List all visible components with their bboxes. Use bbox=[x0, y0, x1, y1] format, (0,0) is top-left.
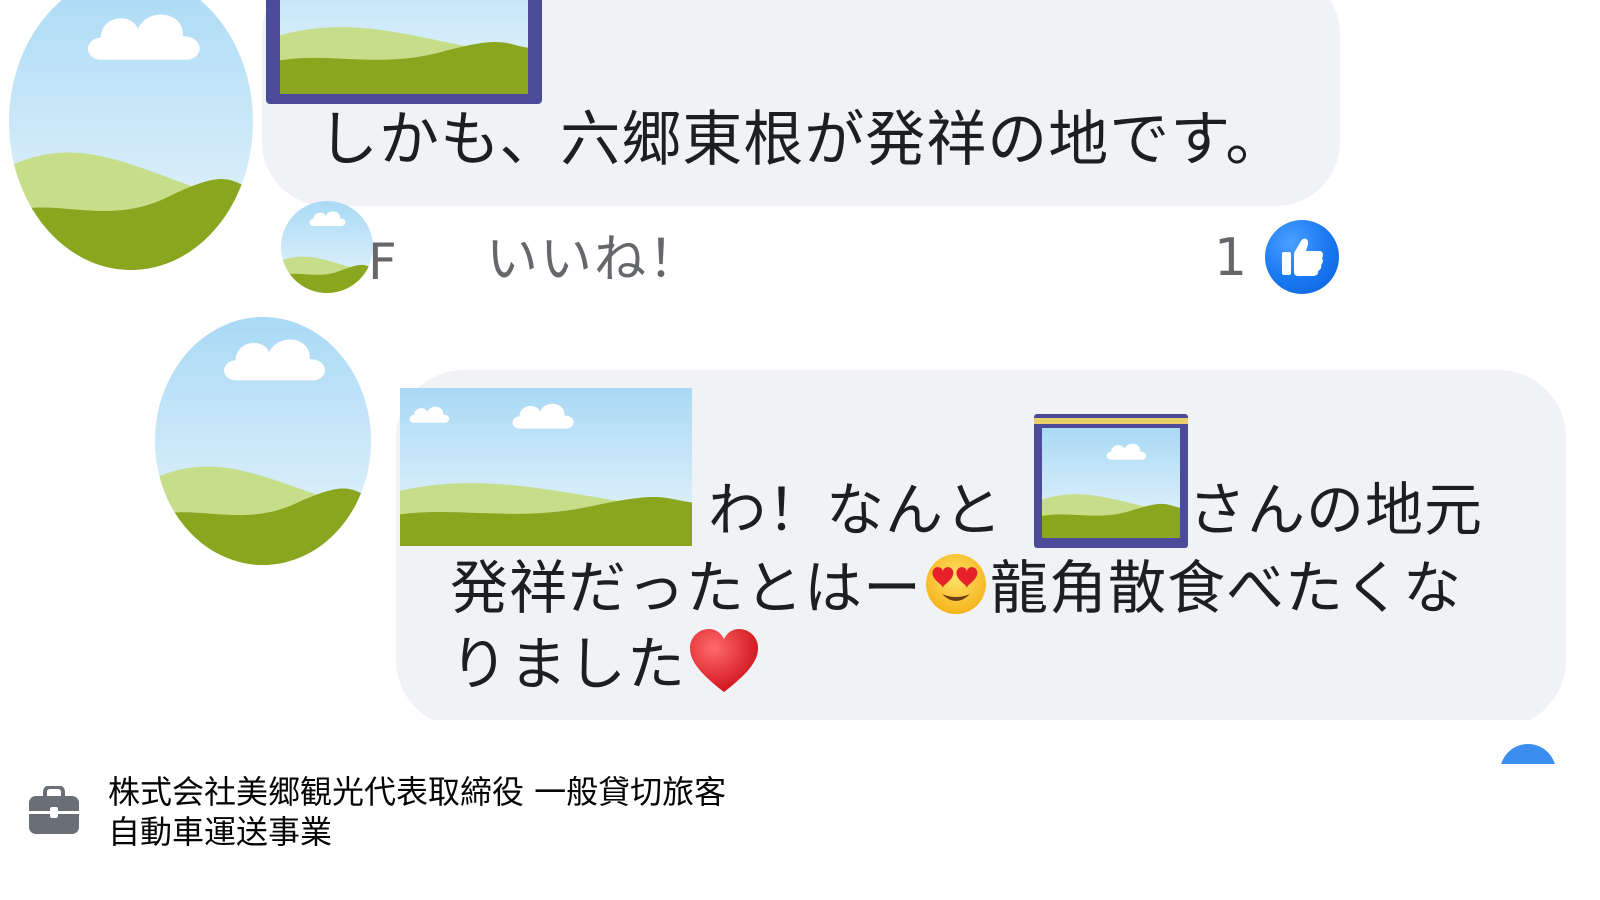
avatar-partial bbox=[1500, 744, 1556, 764]
reaction-count[interactable]: 1 bbox=[1214, 226, 1247, 290]
reply-avatar[interactable] bbox=[280, 200, 374, 294]
comment-text-line: わ！なんと bbox=[708, 476, 1004, 544]
landscape-image bbox=[9, 0, 253, 270]
comment-text-line: 発祥だったとはー 龍角散食べたくな bbox=[450, 552, 1462, 624]
like-button[interactable]: いいね！ bbox=[486, 228, 702, 292]
landscape-image bbox=[280, 0, 528, 94]
commenter-avatar[interactable] bbox=[154, 316, 372, 566]
mention-thumbnail[interactable] bbox=[1034, 414, 1188, 548]
mention-thumbnail[interactable] bbox=[400, 388, 692, 546]
mention-thumbnail[interactable] bbox=[266, 0, 542, 104]
work-info-line: 株式会社美郷観光代表取締役 一般貸切旅客 bbox=[108, 773, 727, 811]
divider bbox=[0, 720, 1600, 744]
landscape-image bbox=[281, 201, 373, 293]
commenter-avatar[interactable] bbox=[8, 0, 254, 272]
heart-eyes-emoji-icon bbox=[926, 554, 987, 614]
red-heart-emoji-icon bbox=[690, 629, 759, 692]
comment-text: しかも、六郷東根が発祥の地です。 bbox=[318, 105, 1287, 175]
comment-text-line: さんの地元 bbox=[1188, 476, 1484, 544]
work-info-line: 自動車運送事業 bbox=[108, 813, 333, 851]
thumbs-up-icon[interactable] bbox=[1265, 220, 1339, 294]
comment-text-segment: 発祥だったとはー bbox=[450, 554, 923, 622]
comment-text-line: りました bbox=[450, 628, 760, 700]
comment-text-segment: りました bbox=[450, 630, 687, 698]
briefcase-icon bbox=[28, 785, 80, 836]
landscape-image bbox=[400, 388, 692, 546]
reply-link[interactable]: F bbox=[368, 232, 397, 292]
comment-text-segment: 龍角散食べたくな bbox=[990, 554, 1463, 622]
work-info: 株式会社美郷観光代表取締役 一般貸切旅客 自動車運送事業 bbox=[108, 772, 726, 852]
landscape-image bbox=[1042, 428, 1180, 538]
landscape-image bbox=[155, 317, 371, 565]
